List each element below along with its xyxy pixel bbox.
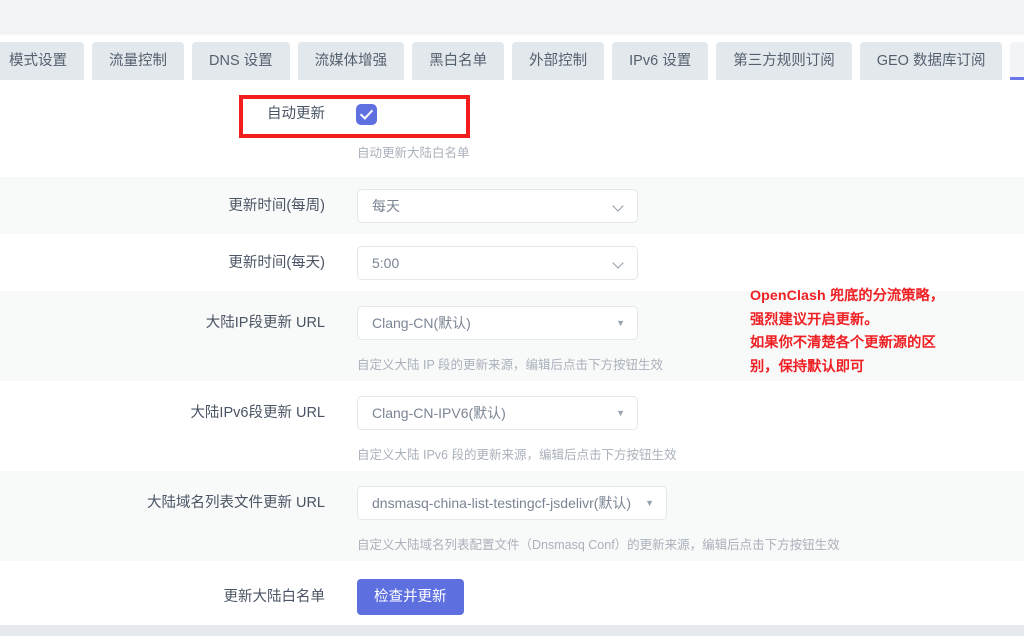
- control-update-whitelist: 检查并更新: [357, 579, 464, 615]
- control-cn-ipv6-url: Clang-CN-IPV6(默认) ▼: [357, 396, 638, 430]
- tab-geo-database[interactable]: GEO 数据库订阅: [860, 42, 1003, 80]
- label-cn-domain-url: 大陆域名列表文件更新 URL: [0, 493, 325, 513]
- chevron-down-icon: [613, 200, 625, 212]
- triangle-down-icon: ▼: [616, 319, 625, 328]
- annotation-line-2: 强烈建议开启更新。: [750, 309, 1018, 333]
- label-cn-ipv6-url: 大陆IPv6段更新 URL: [0, 403, 325, 423]
- hint-cn-domain-url: 自定义大陆域名列表配置文件（Dnsmasq Conf）的更新来源，编辑后点击下方…: [357, 536, 1024, 554]
- tab-ipv6-settings[interactable]: IPv6 设置: [612, 42, 708, 80]
- cn-ip-url-value: Clang-CN(默认): [372, 313, 471, 333]
- label-update-time-weekly: 更新时间(每周): [0, 196, 325, 216]
- row-update-time-daily: 更新时间(每天) 5:00: [0, 234, 1024, 291]
- control-update-time-weekly: 每天: [357, 189, 638, 223]
- page-footer-band: [0, 625, 1024, 636]
- annotation-line-4: 别，保持默认即可: [750, 356, 1018, 380]
- update-time-daily-value: 5:00: [372, 255, 399, 271]
- annotation-note-text: OpenClash 兜底的分流策略， 强烈建议开启更新。 如果你不清楚各个更新源…: [750, 285, 1018, 379]
- cn-ipv6-url-select[interactable]: Clang-CN-IPV6(默认) ▼: [357, 396, 638, 430]
- field-auto-update: 自动更新: [0, 104, 1024, 124]
- row-auto-update: 自动更新 自动更新大陆白名单: [0, 82, 1024, 177]
- triangle-down-icon: ▼: [645, 499, 654, 508]
- row-cn-domain-url: 大陆域名列表文件更新 URL dnsmasq-china-list-testin…: [0, 471, 1024, 561]
- hint-cn-ipv6-url: 自定义大陆 IPv6 段的更新来源，编辑后点击下方按钮生效: [357, 446, 1024, 464]
- control-cn-ip-url: Clang-CN(默认) ▼: [357, 306, 638, 340]
- tab-black-white-list[interactable]: 黑白名单: [412, 42, 504, 80]
- field-cn-domain-url: 大陆域名列表文件更新 URL dnsmasq-china-list-testin…: [0, 486, 1024, 520]
- tab-mode-settings[interactable]: 模式设置: [0, 42, 84, 80]
- cn-domain-url-value: dnsmasq-china-list-testingcf-jsdelivr(默认…: [372, 493, 631, 513]
- cn-domain-url-select[interactable]: dnsmasq-china-list-testingcf-jsdelivr(默认…: [357, 486, 667, 520]
- label-auto-update: 自动更新: [0, 104, 325, 124]
- triangle-down-icon: ▼: [616, 409, 625, 418]
- chevron-down-icon: [613, 257, 625, 269]
- label-update-time-daily: 更新时间(每天): [0, 253, 325, 273]
- field-update-time-daily: 更新时间(每天) 5:00: [0, 246, 1024, 280]
- update-time-weekly-value: 每天: [372, 196, 400, 216]
- top-bar-shadow: [0, 32, 1024, 36]
- cn-ipv6-url-value: Clang-CN-IPV6(默认): [372, 403, 506, 423]
- control-update-time-daily: 5:00: [357, 246, 638, 280]
- update-time-weekly-select[interactable]: 每天: [357, 189, 638, 223]
- cn-ip-url-select[interactable]: Clang-CN(默认) ▼: [357, 306, 638, 340]
- tab-streaming-enhance[interactable]: 流媒体增强: [298, 42, 405, 80]
- auto-update-checkbox[interactable]: [357, 105, 376, 124]
- field-update-time-weekly: 更新时间(每周) 每天: [0, 189, 1024, 223]
- settings-tab-strip: 模式设置 流量控制 DNS 设置 流媒体增强 黑白名单 外部控制 IPv6 设置…: [0, 42, 1024, 80]
- control-cn-domain-url: dnsmasq-china-list-testingcf-jsdelivr(默认…: [357, 486, 667, 520]
- tab-mainland-whitelist[interactable]: 大陆白名单订阅: [1010, 42, 1024, 80]
- tab-third-party-rules[interactable]: 第三方规则订阅: [716, 42, 852, 80]
- row-cn-ipv6-url: 大陆IPv6段更新 URL Clang-CN-IPV6(默认) ▼ 自定义大陆 …: [0, 381, 1024, 471]
- label-update-whitelist: 更新大陆白名单: [0, 587, 325, 607]
- page-root: 模式设置 流量控制 DNS 设置 流媒体增强 黑白名单 外部控制 IPv6 设置…: [0, 0, 1024, 636]
- control-auto-update: [357, 105, 376, 124]
- label-cn-ip-url: 大陆IP段更新 URL: [0, 313, 325, 333]
- tab-dns-settings[interactable]: DNS 设置: [192, 42, 290, 80]
- annotation-line-3: 如果你不清楚各个更新源的区: [750, 332, 1018, 356]
- annotation-line-1: OpenClash 兜底的分流策略，: [750, 285, 1018, 309]
- tab-traffic-control[interactable]: 流量控制: [92, 42, 184, 80]
- update-time-daily-select[interactable]: 5:00: [357, 246, 638, 280]
- row-update-whitelist: 更新大陆白名单 检查并更新: [0, 561, 1024, 635]
- browser-top-bar: [0, 0, 1024, 32]
- field-cn-ipv6-url: 大陆IPv6段更新 URL Clang-CN-IPV6(默认) ▼: [0, 396, 1024, 430]
- row-update-time-weekly: 更新时间(每周) 每天: [0, 177, 1024, 234]
- check-and-update-button[interactable]: 检查并更新: [357, 579, 464, 615]
- field-update-whitelist: 更新大陆白名单 检查并更新: [0, 579, 1024, 615]
- hint-auto-update: 自动更新大陆白名单: [357, 144, 1024, 162]
- tab-external-control[interactable]: 外部控制: [512, 42, 604, 80]
